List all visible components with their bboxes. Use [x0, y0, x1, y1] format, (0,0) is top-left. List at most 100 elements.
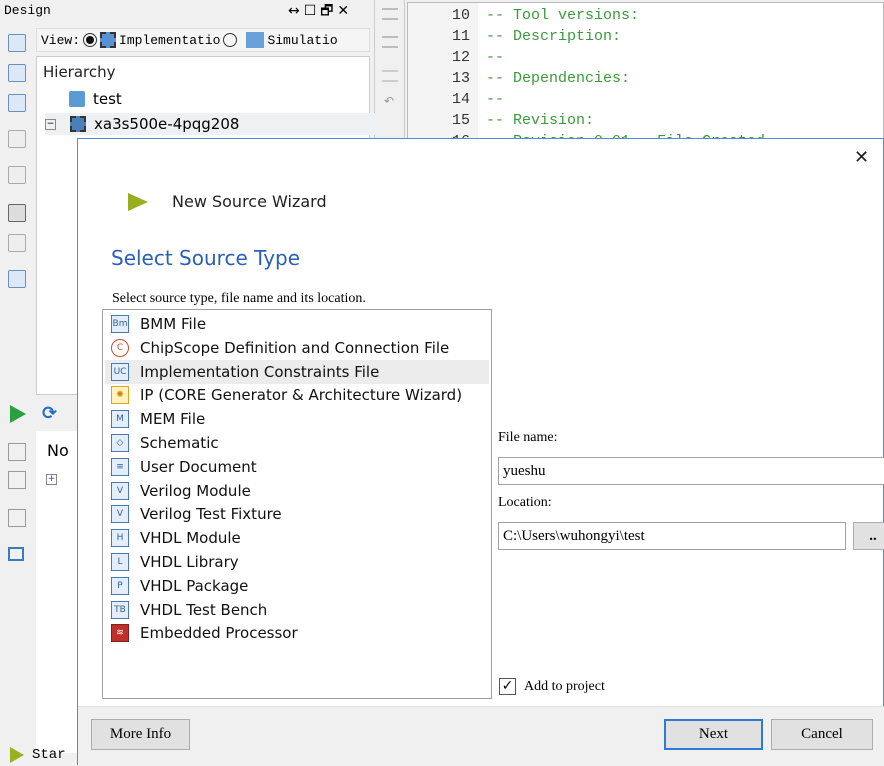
tree-item-device[interactable]: − xa3s500e-4pqg208 — [45, 113, 375, 135]
collapse-icon[interactable]: − — [45, 118, 56, 130]
code-text: -- Tool versions: — [486, 7, 640, 24]
source-type-item[interactable]: ✺ IP (CORE Generator & Architecture Wizar… — [105, 383, 489, 407]
source-type-item[interactable]: TB VHDL Test Bench — [105, 598, 489, 622]
source-type-item[interactable]: L VHDL Library — [105, 550, 489, 574]
dialog-title: New Source Wizard — [172, 192, 327, 211]
cancel-button[interactable]: Cancel — [771, 719, 873, 750]
add-to-project-checkbox[interactable]: ✓ — [499, 678, 516, 695]
source-type-label: VHDL Package — [140, 576, 249, 595]
indent-icon[interactable] — [382, 36, 398, 48]
source-type-label: Verilog Test Fixture — [140, 505, 282, 524]
tree-item-test[interactable]: test — [69, 90, 122, 108]
vhdl-library-icon: L — [111, 553, 129, 571]
location-input[interactable]: C:\Users\wuhongyi\test — [498, 522, 846, 550]
mem-file-icon: M — [111, 410, 129, 429]
undo-icon[interactable]: ↶ — [384, 94, 394, 108]
source-type-item[interactable]: H VHDL Module — [105, 526, 489, 550]
layout-icon[interactable] — [8, 547, 24, 561]
browse-button[interactable]: .. — [853, 522, 884, 550]
source-type-label: User Document — [140, 457, 257, 476]
properties-icon[interactable] — [8, 166, 26, 184]
source-type-item[interactable]: ≋ Embedded Processor — [105, 621, 489, 645]
design-panel-title: Design — [4, 3, 51, 18]
simulation-label[interactable]: Simulatio — [267, 33, 337, 48]
chip-icon — [70, 116, 86, 132]
source-type-item[interactable]: V Verilog Test Fixture — [105, 502, 489, 526]
code-line: 15 -- Revision: — [408, 110, 883, 131]
source-type-list[interactable]: Bm BMM File C ChipScope Definition and Conn… — [102, 309, 492, 699]
comment-icon[interactable] — [382, 70, 398, 82]
close-icon[interactable]: ✕ — [854, 147, 869, 168]
chipscope-icon: C — [111, 338, 129, 357]
view-row: View: Implementatio Simulatio — [36, 28, 370, 52]
start-tab[interactable]: Star — [0, 745, 77, 765]
code-text: -- Description: — [486, 28, 622, 45]
layout-icon[interactable] — [8, 270, 26, 288]
code-line: 14 -- — [408, 89, 883, 110]
source-type-item[interactable]: ◇ Schematic — [105, 431, 489, 455]
new-source-wizard-dialog: ✕ New Source Wizard Select Source Type S… — [77, 138, 884, 766]
line-number: 15 — [451, 112, 470, 129]
implementation-icon — [100, 32, 117, 48]
code-line: 11 -- Description: — [408, 26, 883, 47]
run-icon[interactable] — [10, 405, 26, 423]
simulation-radio[interactable] — [223, 33, 238, 47]
source-type-item[interactable]: M MEM File — [105, 407, 489, 431]
add-to-project-label[interactable]: Add to project — [524, 679, 605, 695]
no-label: No — [47, 441, 69, 460]
source-type-label: IP (CORE Generator & Architecture Wizard… — [140, 386, 463, 405]
add-source-icon[interactable] — [8, 64, 26, 82]
source-type-item[interactable]: C ChipScope Definition and Connection Fil… — [105, 336, 489, 360]
code-editor[interactable]: 10 -- Tool versions: 11 -- Description: 12 --… — [407, 2, 884, 140]
source-type-item[interactable]: ≡ User Document — [105, 455, 489, 479]
line-number: 14 — [451, 91, 470, 108]
new-source-icon[interactable] — [8, 34, 26, 52]
vhdl-module-icon: H — [111, 529, 129, 548]
process-tool-icon[interactable] — [8, 443, 26, 461]
processes-tree: No + — [36, 431, 77, 753]
code-text: -- — [486, 49, 505, 66]
project-icon — [69, 91, 85, 107]
source-type-item[interactable]: Bm BMM File — [105, 312, 489, 336]
chip-icon[interactable] — [8, 204, 26, 222]
hierarchy-label: Hierarchy — [43, 63, 116, 81]
source-type-item[interactable]: V Verilog Module — [105, 479, 489, 503]
code-line: 12 -- — [408, 47, 883, 68]
schematic-icon: ◇ — [111, 434, 129, 452]
processes-panel: ⟳ No + Star — [0, 395, 77, 765]
rerun-icon[interactable]: ⟳ — [42, 403, 57, 424]
verilog-test-icon: V — [111, 505, 129, 524]
expand-icon[interactable]: + — [46, 474, 57, 485]
more-info-button[interactable]: More Info — [91, 719, 190, 750]
line-number: 11 — [451, 28, 470, 45]
source-type-label: Verilog Module — [140, 481, 251, 500]
wizard-logo-icon — [128, 193, 148, 211]
code-text: -- Revision: — [486, 112, 595, 129]
process-tool-icon[interactable] — [8, 509, 26, 527]
bmm-file-icon: Bm — [111, 315, 129, 333]
source-type-label: MEM File — [140, 410, 206, 429]
line-number: 12 — [451, 49, 470, 66]
simulation-icon — [246, 32, 265, 48]
panel-window-controls[interactable]: ↔☐🗗✕ — [288, 0, 353, 24]
source-type-label: Schematic — [140, 434, 219, 452]
line-number: 13 — [451, 70, 470, 87]
implementation-label[interactable]: Implementatio — [119, 33, 220, 48]
source-type-item[interactable]: UC Implementation Constraints File — [105, 359, 489, 384]
source-type-label: VHDL Module — [140, 529, 241, 548]
source-type-item[interactable]: P VHDL Package — [105, 574, 489, 598]
hierarchy-icon[interactable] — [8, 130, 26, 148]
implementation-radio[interactable] — [83, 33, 98, 47]
doc-icon[interactable] — [8, 234, 26, 252]
code-line: 10 -- Tool versions: — [408, 5, 883, 26]
source-type-label: VHDL Test Bench — [140, 600, 268, 619]
process-tool-icon[interactable] — [8, 471, 26, 489]
unindent-icon[interactable] — [382, 8, 398, 20]
next-button[interactable]: Next — [664, 719, 763, 750]
file-name-input[interactable]: yueshu — [498, 457, 884, 485]
add-copy-source-icon[interactable] — [8, 94, 26, 112]
left-toolbar — [0, 24, 34, 395]
source-type-label: Embedded Processor — [140, 624, 298, 643]
view-label: View: — [41, 32, 81, 48]
line-number: 10 — [451, 7, 470, 24]
